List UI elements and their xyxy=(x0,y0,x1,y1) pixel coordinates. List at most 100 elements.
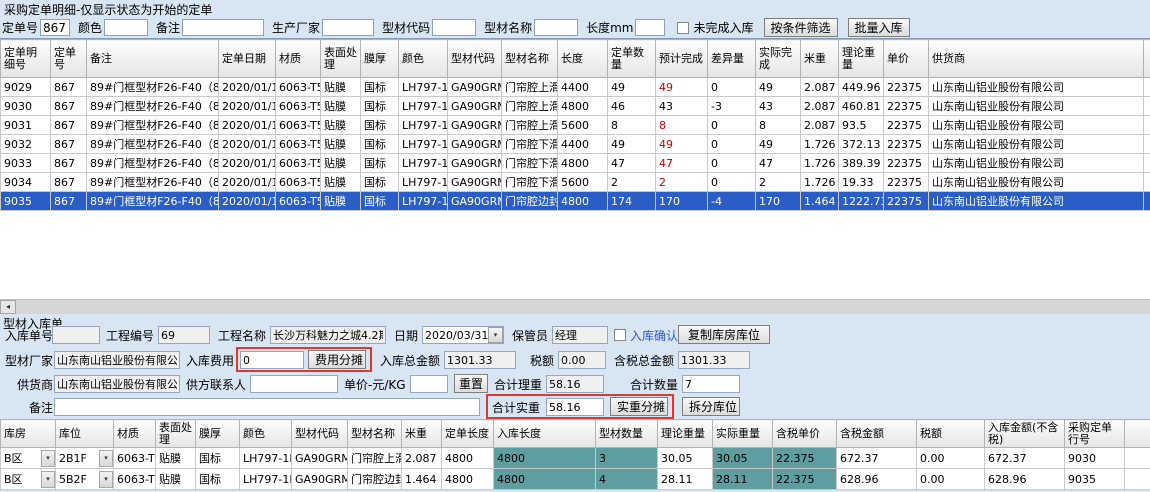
order-no-input[interactable] xyxy=(40,19,70,36)
column-header[interactable]: 含税单价 xyxy=(773,420,837,448)
column-header[interactable]: 入库长度 xyxy=(494,420,596,448)
column-header[interactable]: 实际完成 xyxy=(756,40,801,78)
filter-by-condition-button[interactable]: 按条件筛选 xyxy=(764,18,838,37)
horizontal-scrollbar[interactable]: ◂ xyxy=(0,299,1150,314)
table-row[interactable]: 903086789#门框型材F26-F40（866+867）2020/01/13… xyxy=(1,97,1150,116)
column-header[interactable]: 膜厚 xyxy=(361,40,399,78)
column-header[interactable]: 颜色 xyxy=(399,40,448,78)
dropdown-icon[interactable]: ▾ xyxy=(41,450,55,467)
cell: 9035 xyxy=(1065,469,1125,490)
column-header[interactable]: 材质 xyxy=(276,40,321,78)
column-header[interactable]: 型材代码 xyxy=(448,40,502,78)
column-header[interactable]: 库位 xyxy=(56,420,114,448)
reset-button[interactable]: 重置 xyxy=(454,374,488,393)
column-header[interactable]: 单价 xyxy=(884,40,929,78)
tax-field[interactable] xyxy=(558,351,606,369)
unfinished-inbound-label: 未完成入库 xyxy=(693,19,753,36)
column-header[interactable]: 膜厚 xyxy=(196,420,240,448)
column-header[interactable]: 定单明细号 xyxy=(1,40,51,78)
copy-location-button[interactable]: 复制库房库位 xyxy=(678,325,770,344)
profile-code-input[interactable] xyxy=(432,19,476,36)
color-label: 颜色 xyxy=(78,19,102,36)
order-no-label: 定单号 xyxy=(2,19,38,36)
column-header[interactable]: 米重 xyxy=(402,420,442,448)
table-row[interactable]: B区▾5B2F▾6063-T5贴膜国标LH797-1LL0GA90GRM05门帘… xyxy=(1,469,1150,490)
table-row[interactable]: B区▾2B1F▾6063-T5贴膜国标LH797-1LL0GA90GRM03门帘… xyxy=(1,448,1150,469)
column-header[interactable]: 库房 xyxy=(1,420,56,448)
column-header[interactable]: 实际重量 xyxy=(713,420,773,448)
total-amount-field[interactable] xyxy=(444,351,516,369)
cell: 9035 xyxy=(1,192,51,211)
inbound-fee-field[interactable] xyxy=(240,351,304,369)
cell[interactable]: B区▾ xyxy=(1,448,56,469)
column-header[interactable]: 理论重量 xyxy=(839,40,884,78)
inbound-remark-field[interactable] xyxy=(54,398,480,416)
unit-price-field[interactable] xyxy=(410,375,448,393)
column-header[interactable]: 表面处理 xyxy=(156,420,196,448)
column-header[interactable]: 型材代码 xyxy=(292,420,348,448)
column-header[interactable]: 差异量 xyxy=(708,40,756,78)
total-qty-label: 合计数量 xyxy=(630,376,678,394)
column-header[interactable]: 入库金额(不含税) xyxy=(985,420,1065,448)
calendar-dropdown-icon[interactable]: ▾ xyxy=(488,327,503,343)
cell: 2.087 xyxy=(801,78,839,97)
cell[interactable]: B区▾ xyxy=(1,469,56,490)
length-input[interactable] xyxy=(635,19,665,36)
cell: 贴膜 xyxy=(156,469,196,490)
column-header[interactable]: 型材数量 xyxy=(596,420,658,448)
project-name-field[interactable] xyxy=(270,326,386,344)
keeper-field[interactable] xyxy=(552,326,608,344)
profile-name-input[interactable] xyxy=(534,19,578,36)
table-row[interactable]: 903586789#门框型材F26-F40（866+867）2020/01/13… xyxy=(1,192,1150,211)
batch-inbound-button[interactable]: 批量入库 xyxy=(848,18,910,37)
inbound-confirm-checkbox[interactable] xyxy=(614,329,626,341)
column-header[interactable]: 定单日期 xyxy=(219,40,276,78)
remark-input[interactable] xyxy=(182,19,264,36)
table-row[interactable]: 903486789#门框型材F26-F40（866+867）2020/01/13… xyxy=(1,173,1150,192)
supplier-field[interactable] xyxy=(54,375,180,393)
project-no-field[interactable] xyxy=(158,326,210,344)
inbound-no-field[interactable] xyxy=(52,326,100,344)
unfinished-inbound-checkbox[interactable] xyxy=(677,22,689,34)
column-header[interactable]: 供货商 xyxy=(929,40,1144,78)
column-header[interactable]: 型材名称 xyxy=(502,40,558,78)
table-row[interactable]: 903386789#门框型材F26-F40（866+867）2020/01/13… xyxy=(1,154,1150,173)
color-input[interactable] xyxy=(104,19,148,36)
column-header[interactable]: 定单数量 xyxy=(608,40,656,78)
contact-field[interactable] xyxy=(250,375,338,393)
table-row[interactable]: 902986789#门框型材F26-F40（866+867）2020/01/13… xyxy=(1,78,1150,97)
column-header[interactable]: 米重 xyxy=(801,40,839,78)
table-row[interactable]: 903286789#门框型材F26-F40（866+867）2020/01/13… xyxy=(1,135,1150,154)
column-header[interactable]: 备注 xyxy=(87,40,219,78)
scroll-left-icon[interactable]: ◂ xyxy=(0,300,16,314)
weight-share-button[interactable]: 实重分摊 xyxy=(610,397,668,416)
column-header[interactable]: 定单号 xyxy=(51,40,87,78)
tax-total-field[interactable] xyxy=(678,351,750,369)
column-header[interactable]: 理论重量 xyxy=(658,420,713,448)
dropdown-icon[interactable]: ▾ xyxy=(99,471,113,488)
dropdown-icon[interactable]: ▾ xyxy=(41,471,55,488)
column-header[interactable]: 采购定单行号 xyxy=(1065,420,1125,448)
column-header[interactable]: 表面处理 xyxy=(321,40,361,78)
cell: 1.726 xyxy=(801,173,839,192)
column-header[interactable]: 颜色 xyxy=(240,420,292,448)
column-header[interactable]: 型材名称 xyxy=(348,420,402,448)
column-header[interactable]: 材质 xyxy=(114,420,156,448)
cell[interactable]: 5B2F▾ xyxy=(56,469,114,490)
cell[interactable]: 2B1F▾ xyxy=(56,448,114,469)
manufacturer-input[interactable] xyxy=(322,19,374,36)
split-location-button[interactable]: 拆分库位 xyxy=(682,397,740,416)
actual-weight-total-field[interactable] xyxy=(546,398,604,416)
column-header[interactable]: 定单长度 xyxy=(442,420,494,448)
theory-weight-total-field[interactable] xyxy=(546,375,604,393)
column-header[interactable]: 税额 xyxy=(917,420,985,448)
fee-share-button[interactable]: 费用分摊 xyxy=(308,350,366,369)
cell: 4800 xyxy=(442,448,494,469)
total-qty-field[interactable] xyxy=(682,375,740,393)
column-header[interactable]: 预计完成 xyxy=(656,40,708,78)
column-header[interactable]: 长度 xyxy=(558,40,608,78)
column-header[interactable]: 含税金额 xyxy=(837,420,917,448)
dropdown-icon[interactable]: ▾ xyxy=(99,450,113,467)
factory-field[interactable] xyxy=(54,351,180,369)
table-row[interactable]: 903186789#门框型材F26-F40（866+867）2020/01/13… xyxy=(1,116,1150,135)
